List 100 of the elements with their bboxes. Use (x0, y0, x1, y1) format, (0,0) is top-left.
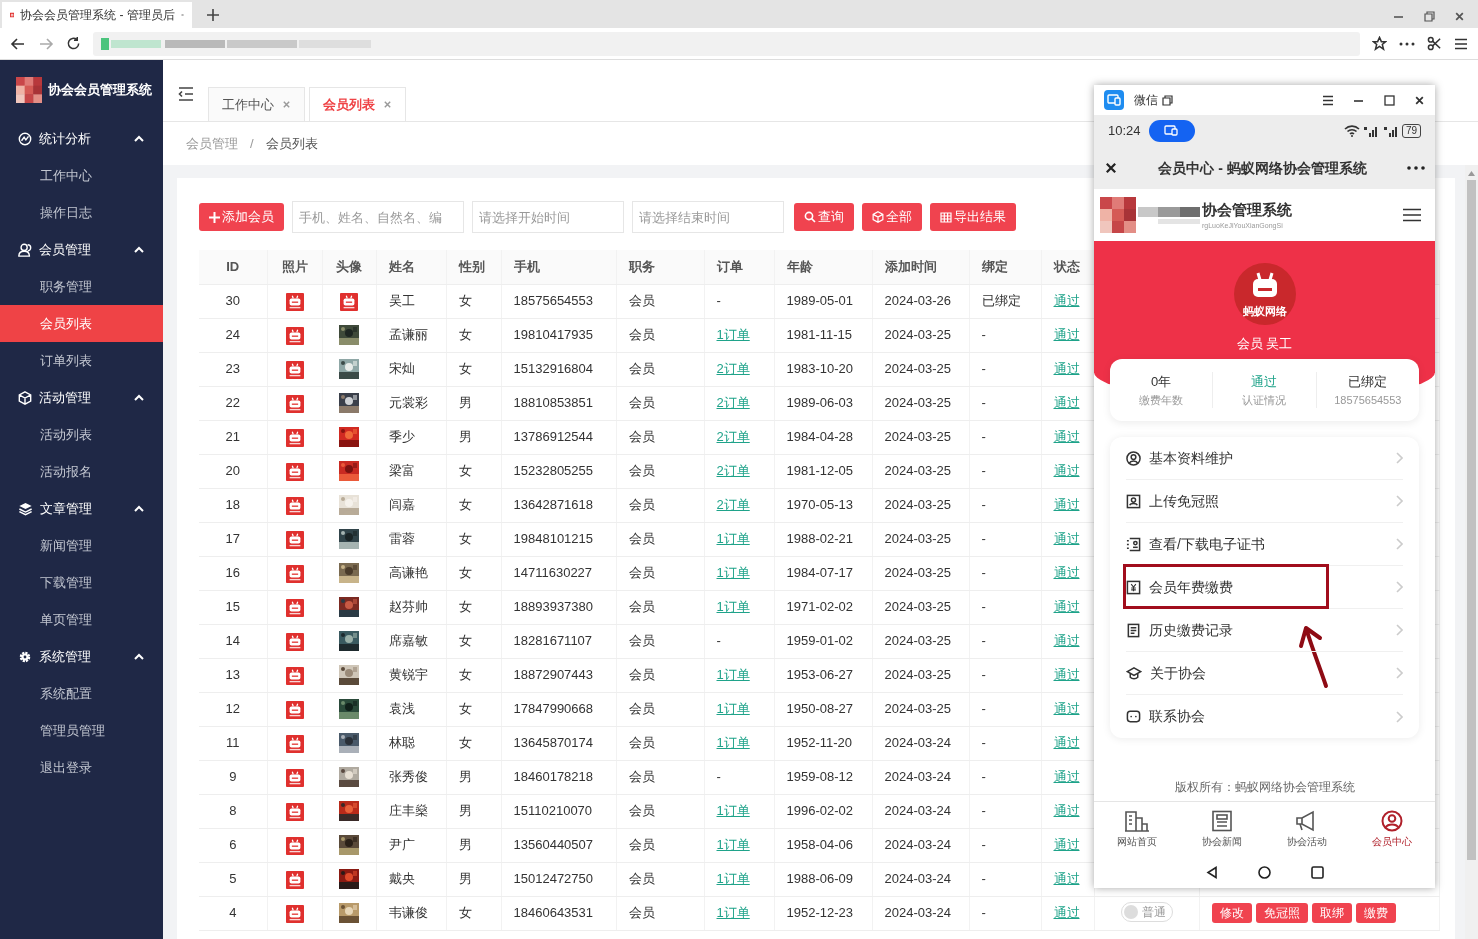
order-link[interactable]: 1订单 (716, 667, 750, 683)
status-link[interactable]: 通过 (1053, 837, 1080, 853)
status-link[interactable]: 通过 (1053, 701, 1080, 717)
order-link[interactable]: 1订单 (716, 803, 750, 819)
browser-tab[interactable]: 协会会员管理系统 - 管理员后 (2, 2, 192, 28)
bottom-tab[interactable]: 会员中心 (1349, 802, 1435, 856)
bottom-tab[interactable]: 协会活动 (1264, 802, 1350, 856)
order-link[interactable]: 2订单 (716, 497, 750, 513)
sidebar-item[interactable]: 操作日志 (0, 194, 163, 231)
order-link[interactable]: 1订单 (716, 837, 750, 853)
sidebar-item[interactable]: 活动列表 (0, 416, 163, 453)
back-icon[interactable] (1205, 865, 1218, 879)
sidebar-item[interactable]: 系统配置 (0, 675, 163, 712)
scrollbar[interactable] (1465, 165, 1478, 939)
export-button[interactable]: 导出结果 (930, 203, 1016, 231)
all-button[interactable]: 全部 (862, 203, 922, 231)
scroll-thumb[interactable] (1467, 180, 1476, 860)
reload-icon[interactable] (66, 36, 81, 51)
menu-icon[interactable] (1454, 37, 1468, 50)
order-link[interactable]: 1订单 (716, 871, 750, 887)
status-link[interactable]: 通过 (1053, 429, 1080, 445)
page-tab[interactable]: 会员列表 (309, 87, 406, 121)
sidebar-item[interactable]: 单页管理 (0, 601, 163, 638)
edit-button[interactable]: 修改 (1211, 903, 1252, 923)
close-icon[interactable] (1414, 94, 1425, 106)
sidebar-item[interactable]: 下载管理 (0, 564, 163, 601)
sidebar-group[interactable]: 系统管理 (0, 638, 163, 675)
sidebar-item[interactable]: 退出登录 (0, 749, 163, 786)
order-link[interactable]: 2订单 (716, 395, 750, 411)
sidebar-toggle-icon[interactable] (178, 87, 194, 101)
status-link[interactable]: 通过 (1053, 599, 1080, 615)
scissors-icon[interactable] (1427, 36, 1442, 51)
page-tab[interactable]: 工作中心 (208, 87, 305, 121)
order-link[interactable]: 2订单 (716, 463, 750, 479)
status-link[interactable]: 通过 (1053, 463, 1080, 479)
pay-button[interactable]: 缴费 (1355, 903, 1396, 923)
new-tab-icon[interactable] (206, 8, 220, 22)
sidebar-item[interactable]: 活动报名 (0, 453, 163, 490)
sidebar-item[interactable]: 订单列表 (0, 342, 163, 379)
status-link[interactable]: 通过 (1053, 769, 1080, 785)
more-icon[interactable] (1399, 41, 1415, 46)
status-link[interactable]: 通过 (1053, 497, 1080, 513)
bottom-tab[interactable]: 网站首页 (1094, 802, 1180, 856)
sidebar-item[interactable]: 新闻管理 (0, 527, 163, 564)
search-button[interactable]: 查询 (794, 203, 854, 231)
close-icon[interactable] (1454, 10, 1465, 22)
sidebar-group[interactable]: 会员管理 (0, 231, 163, 268)
status-link[interactable]: 通过 (1053, 327, 1080, 343)
order-link[interactable]: 1订单 (716, 565, 750, 581)
restore-icon[interactable] (1423, 10, 1435, 22)
sidebar-item[interactable]: 职务管理 (0, 268, 163, 305)
photo-button[interactable]: 免冠照 (1255, 903, 1308, 923)
order-link[interactable]: 2订单 (716, 429, 750, 445)
status-link[interactable]: 通过 (1053, 293, 1080, 309)
add-member-button[interactable]: 添加会员 (199, 203, 284, 231)
search-field[interactable]: 手机、姓名、自然名、编 (292, 201, 464, 233)
status-link[interactable]: 通过 (1053, 667, 1080, 683)
status-link[interactable]: 通过 (1053, 803, 1080, 819)
recents-icon[interactable] (1310, 865, 1324, 879)
status-link[interactable]: 通过 (1053, 565, 1080, 581)
star-icon[interactable] (1372, 36, 1387, 51)
status-link[interactable]: 通过 (1053, 633, 1080, 649)
menu-item[interactable]: 会员年费缴费 (1126, 566, 1403, 609)
bottom-tab[interactable]: 协会新闻 (1179, 802, 1265, 856)
order-link[interactable]: 1订单 (716, 735, 750, 751)
menu-item[interactable]: 上传免冠照 (1126, 480, 1403, 523)
order-link[interactable]: 1订单 (716, 905, 750, 921)
order-link[interactable]: 1订单 (716, 701, 750, 717)
sidebar-group[interactable]: 统计分析 (0, 120, 163, 157)
home-icon[interactable] (1257, 865, 1271, 879)
order-link[interactable]: 2订单 (716, 361, 750, 377)
sidebar-item[interactable]: 工作中心 (0, 157, 163, 194)
status-link[interactable]: 通过 (1053, 871, 1080, 887)
status-link[interactable]: 通过 (1053, 531, 1080, 547)
menu-item[interactable]: 联系协会 (1126, 695, 1403, 738)
back-icon[interactable] (10, 35, 26, 52)
order-link[interactable]: 1订单 (716, 327, 750, 343)
sidebar-group[interactable]: 文章管理 (0, 490, 163, 527)
menu-item[interactable]: 关于协会 (1126, 652, 1403, 695)
menu-icon[interactable] (1403, 208, 1421, 222)
menu-item[interactable]: 历史缴费记录 (1126, 609, 1403, 652)
date-field[interactable]: 请选择开始时间 (472, 201, 624, 233)
status-link[interactable]: 通过 (1053, 395, 1080, 411)
menu-icon[interactable] (1321, 94, 1334, 106)
sidebar-group[interactable]: 活动管理 (0, 379, 163, 416)
menu-item[interactable]: 查看/下载电子证书 (1126, 523, 1403, 566)
status-link[interactable]: 通过 (1053, 905, 1080, 921)
order-link[interactable]: 1订单 (716, 599, 750, 615)
sidebar-item[interactable]: 管理员管理 (0, 712, 163, 749)
breadcrumb-link[interactable]: 会员管理 (186, 133, 238, 154)
status-link[interactable]: 通过 (1053, 361, 1080, 377)
date-field[interactable]: 请选择结束时间 (632, 201, 784, 233)
unbind-button[interactable]: 取绑 (1311, 903, 1352, 923)
menu-item[interactable]: 基本资料维护 (1126, 437, 1403, 480)
status-link[interactable]: 通过 (1053, 735, 1080, 751)
close-icon[interactable] (1104, 161, 1118, 175)
more-icon[interactable] (1407, 166, 1425, 170)
sidebar-item[interactable]: 会员列表 (0, 305, 163, 342)
order-link[interactable]: 1订单 (716, 531, 750, 547)
maximize-icon[interactable] (1383, 94, 1395, 106)
